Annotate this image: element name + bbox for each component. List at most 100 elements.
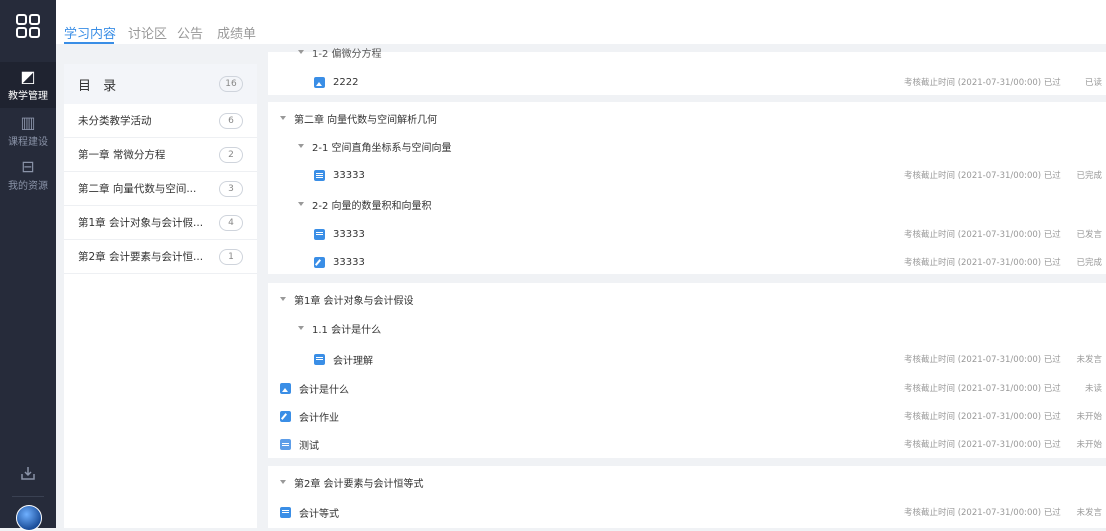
activity-row[interactable]: 会计等式 考核截止时间 (2021-07-31/00:00) 已过 未发言: [268, 498, 1106, 526]
activity-row[interactable]: 会计作业 考核截止时间 (2021-07-31/00:00) 已过 未开始: [268, 402, 1106, 430]
activity-title: 会计作业: [299, 412, 339, 424]
deadline-text: 考核截止时间 (2021-07-31/00:00) 已过: [904, 171, 1061, 181]
download-icon: [21, 467, 35, 480]
count-badge: 1: [219, 248, 243, 265]
count-badge: 2: [219, 146, 243, 163]
activity-title: 2222: [333, 76, 359, 88]
deadline-text: 考核截止时间 (2021-07-31/00:00) 已过: [904, 508, 1061, 518]
directory-title: 目 录: [78, 78, 121, 94]
box-icon: ⊟: [21, 156, 35, 176]
rail-item-label: 教学管理: [8, 90, 48, 102]
activity-title: 33333: [333, 256, 365, 268]
status-text: 已完成: [1076, 171, 1102, 181]
directory-item-ch2[interactable]: 第二章 向量代数与空间... 3: [64, 172, 257, 206]
status-text: 已读: [1084, 78, 1102, 88]
deadline-text: 考核截止时间 (2021-07-31/00:00) 已过: [904, 440, 1061, 450]
section-header[interactable]: 2-2 向量的数量积和向量积: [268, 190, 1106, 218]
image-file-icon: [314, 76, 325, 88]
discussion-icon: [314, 353, 325, 365]
chapter-header[interactable]: 第2章 会计要素与会计恒等式: [268, 468, 1106, 496]
caret-down-icon: [298, 202, 304, 206]
activity-title: 会计等式: [299, 508, 339, 520]
activity-row[interactable]: 会计理解 考核截止时间 (2021-07-31/00:00) 已过 未发言: [268, 345, 1106, 373]
deadline-text: 考核截止时间 (2021-07-31/00:00) 已过: [904, 230, 1061, 240]
chapter-title: 第1章 会计对象与会计假设: [294, 295, 414, 307]
activity-title: 会计是什么: [299, 384, 349, 396]
activity-row[interactable]: 33333 考核截止时间 (2021-07-31/00:00) 已过 已完成: [268, 248, 1106, 276]
chapter-card: 第2章 会计要素与会计恒等式 会计等式 考核截止时间 (2021-07-31/0…: [268, 466, 1106, 528]
logo-icon: [16, 14, 40, 38]
status-text: 已发言: [1076, 230, 1102, 240]
section-header[interactable]: 1-2 偏微分方程: [268, 44, 1106, 60]
directory-item-label: 第1章 会计对象与会计假...: [78, 217, 204, 229]
chapter-title: 第二章 向量代数与空间解析几何: [294, 114, 438, 126]
directory-item-uncategorized[interactable]: 未分类教学活动 6: [64, 104, 257, 138]
rail-item-teaching[interactable]: ◩ 教学管理: [0, 62, 56, 108]
activity-row[interactable]: 33333 考核截止时间 (2021-07-31/00:00) 已过 已完成: [268, 161, 1106, 189]
tab-discussion[interactable]: 讨论区: [128, 23, 167, 42]
caret-down-icon: [280, 480, 286, 484]
rail-item-label: 课程建设: [8, 136, 48, 148]
section-header[interactable]: 2-1 空间直角坐标系与空间向量: [268, 132, 1106, 160]
chapter-header[interactable]: 第1章 会计对象与会计假设: [268, 285, 1106, 313]
discussion-icon: [280, 506, 291, 518]
activity-title: 33333: [333, 169, 365, 181]
caret-down-icon: [298, 144, 304, 148]
deadline-text: 考核截止时间 (2021-07-31/00:00) 已过: [904, 384, 1061, 394]
activity-row[interactable]: 会计是什么 考核截止时间 (2021-07-31/00:00) 已过 未读: [268, 374, 1106, 402]
count-badge: 6: [219, 112, 243, 129]
active-tab-indicator: [64, 42, 114, 44]
directory-item-acc1[interactable]: 第1章 会计对象与会计假... 4: [64, 206, 257, 240]
avatar[interactable]: [16, 505, 42, 531]
directory-item-label: 未分类教学活动: [78, 115, 152, 127]
discussion-icon: [314, 228, 325, 240]
rail-item-course[interactable]: ▥ 课程建设: [0, 108, 56, 154]
deadline-text: 考核截止时间 (2021-07-31/00:00) 已过: [904, 412, 1061, 422]
deadline-text: 考核截止时间 (2021-07-31/00:00) 已过: [904, 258, 1061, 268]
directory-item-label: 第2章 会计要素与会计恒...: [78, 251, 204, 263]
document-icon: [314, 169, 325, 181]
count-badge: 3: [219, 180, 243, 197]
status-text: 未开始: [1076, 440, 1102, 450]
caret-down-icon: [298, 50, 304, 54]
content-area: 1-2 偏微分方程 2222 考核截止时间 (2021-07-31/00:00)…: [268, 49, 1106, 528]
activity-title: 会计理解: [333, 355, 373, 367]
deadline-text: 考核截止时间 (2021-07-31/00:00) 已过: [904, 355, 1061, 365]
directory-item-label: 第二章 向量代数与空间...: [78, 183, 197, 195]
activity-row[interactable]: 33333 考核截止时间 (2021-07-31/00:00) 已过 已发言: [268, 220, 1106, 248]
section-title: 2-2 向量的数量积和向量积: [312, 200, 432, 212]
directory-header[interactable]: 目 录 16: [64, 64, 257, 104]
directory-panel: 目 录 16 未分类教学活动 6 第一章 常微分方程 2 第二章 向量代数与空间…: [64, 64, 257, 528]
book-icon: ▥: [20, 112, 36, 132]
tab-grades[interactable]: 成绩单: [217, 23, 256, 42]
status-text: 未发言: [1076, 508, 1102, 518]
status-text: 已完成: [1076, 258, 1102, 268]
activity-row[interactable]: 测试 考核截止时间 (2021-07-31/00:00) 已过 未开始: [268, 430, 1106, 458]
top-tabs-bar: 学习内容 讨论区 公告 成绩单: [56, 0, 1106, 44]
caret-down-icon: [280, 116, 286, 120]
section-title: 1.1 会计是什么: [312, 324, 382, 336]
tab-learning-content[interactable]: 学习内容: [64, 23, 116, 42]
image-file-icon: [280, 382, 291, 394]
test-icon: [280, 438, 291, 450]
tab-announcements[interactable]: 公告: [177, 23, 203, 42]
caret-down-icon: [280, 297, 286, 301]
count-badge: 16: [219, 76, 243, 92]
section-title: 1-2 偏微分方程: [312, 48, 382, 60]
chapter-card: 第二章 向量代数与空间解析几何 2-1 空间直角坐标系与空间向量 33333 考…: [268, 102, 1106, 274]
directory-item-acc2[interactable]: 第2章 会计要素与会计恒... 1: [64, 240, 257, 274]
section-header[interactable]: 1.1 会计是什么: [268, 314, 1106, 342]
activity-row[interactable]: 2222 考核截止时间 (2021-07-31/00:00) 已过 已读: [268, 68, 1106, 96]
activity-title: 测试: [299, 440, 319, 452]
rail-item-resources[interactable]: ⊟ 我的资源: [0, 152, 56, 198]
chapter-header[interactable]: 第二章 向量代数与空间解析几何: [268, 104, 1106, 132]
app-logo[interactable]: [0, 0, 56, 52]
count-badge: 4: [219, 214, 243, 231]
directory-item-ch1[interactable]: 第一章 常微分方程 2: [64, 138, 257, 172]
download-button[interactable]: [0, 458, 56, 488]
section-card: 1-2 偏微分方程 2222 考核截止时间 (2021-07-31/00:00)…: [268, 49, 1106, 96]
chapter-card: 第1章 会计对象与会计假设 1.1 会计是什么 会计理解 考核截止时间 (202…: [268, 283, 1106, 458]
status-text: 未读: [1084, 384, 1102, 394]
left-rail: ◩ 教学管理 ▥ 课程建设 ⊟ 我的资源: [0, 0, 56, 531]
chapter-title: 第2章 会计要素与会计恒等式: [294, 478, 424, 490]
